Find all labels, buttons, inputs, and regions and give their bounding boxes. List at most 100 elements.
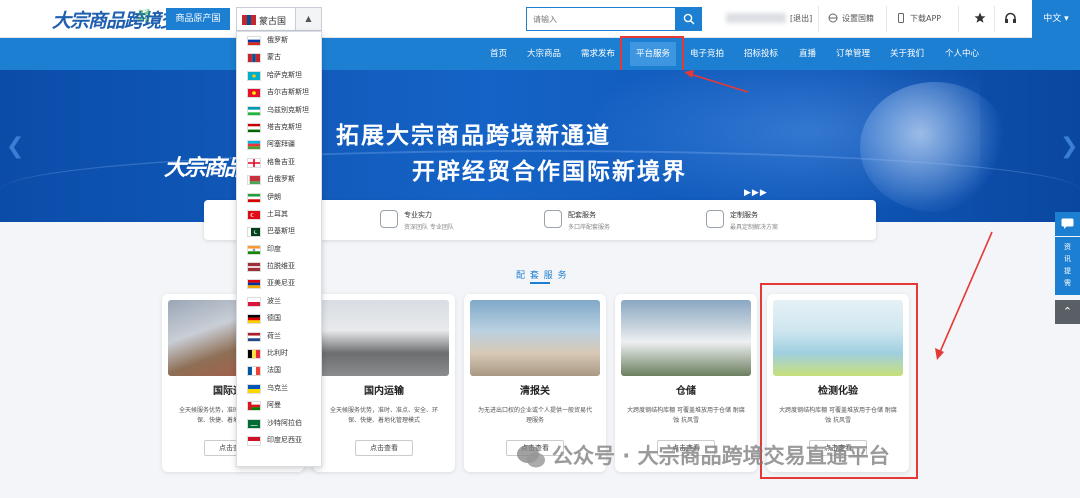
- country-name: 阿曼: [267, 401, 281, 410]
- country-name: 亚美尼亚: [267, 279, 295, 288]
- nav-e-auction[interactable]: 电子竞拍: [690, 38, 724, 70]
- country-name: 白俄罗斯: [267, 175, 295, 184]
- nav-user-center[interactable]: 个人中心: [945, 38, 979, 70]
- search-input[interactable]: [526, 7, 676, 31]
- headset-icon[interactable]: [1004, 12, 1017, 25]
- indonesia-flag-icon: [247, 435, 261, 446]
- back-to-top-button[interactable]: ⌃: [1055, 300, 1080, 324]
- dropdown-item-ukraine[interactable]: 乌克兰: [237, 380, 321, 397]
- feature-title: 配套服务: [568, 211, 596, 219]
- carousel-next-icon[interactable]: ❯: [1060, 134, 1078, 159]
- country-name: 波兰: [267, 296, 281, 305]
- download-app-link[interactable]: 下载APP: [910, 13, 941, 24]
- feature-title: 专业实力: [404, 211, 432, 219]
- dropdown-item-indonesia[interactable]: 印度尼西亚: [237, 432, 321, 449]
- banner-headline-2: 开辟经贸合作国际新境界: [412, 159, 687, 185]
- dropdown-item-india[interactable]: 印度: [237, 241, 321, 258]
- card-desc: 全天候服务优势，准时、准点、安全、环保、快捷、着地化管理模式: [329, 407, 438, 424]
- country-name: 荷兰: [267, 331, 281, 340]
- country-name: 沙特阿拉伯: [267, 418, 302, 427]
- origin-country-button[interactable]: 商品原产国: [166, 8, 230, 30]
- grid-icon: [706, 210, 724, 228]
- mongolia-flag-icon: [242, 15, 256, 25]
- country-name: 格鲁吉亚: [267, 157, 295, 166]
- star-icon[interactable]: [974, 12, 986, 24]
- oman-flag-icon: [247, 401, 261, 412]
- caret-up-icon[interactable]: ▲: [295, 8, 321, 30]
- card-title: 仓储: [676, 386, 696, 397]
- dropdown-item-turkey[interactable]: 土耳其: [237, 206, 321, 223]
- set-country-link[interactable]: 设置国籍: [842, 13, 874, 24]
- nav-about[interactable]: 关于我们: [890, 38, 924, 70]
- dropdown-item-pakistan[interactable]: 巴基斯坦: [237, 223, 321, 240]
- dropdown-item-mongolia[interactable]: 蒙古: [237, 49, 321, 66]
- country-name: 阿塞拜疆: [267, 140, 295, 149]
- dropdown-item-russia[interactable]: 俄罗斯: [237, 32, 321, 49]
- country-name: 乌兹别克斯坦: [267, 105, 309, 114]
- section-underline: [530, 282, 550, 284]
- dropdown-item-azerbaijan[interactable]: 阿塞拜疆: [237, 136, 321, 153]
- country-name: 伊朗: [267, 192, 281, 201]
- country-dropdown[interactable]: 俄罗斯 蒙古 哈萨克斯坦 吉尔吉斯斯坦 乌兹别克斯坦 塔吉克斯坦 阿塞拜疆 格鲁…: [236, 31, 322, 467]
- card-desc: 为无进出口权的企业或个人提供一般贸易代理服务: [477, 407, 592, 424]
- card-more-button[interactable]: 点击查看: [355, 440, 413, 456]
- iran-flag-icon: [247, 192, 261, 203]
- banner-headline-1: 拓展大宗商品跨境新通道: [336, 123, 611, 149]
- carousel-prev-icon[interactable]: ❮: [6, 134, 24, 159]
- dropdown-item-iran[interactable]: 伊朗: [237, 189, 321, 206]
- nav-orders[interactable]: 订单管理: [836, 38, 870, 70]
- feature-sub: 多口岸配套服务: [568, 224, 611, 231]
- nav-commodities[interactable]: 大宗商品: [527, 38, 561, 70]
- saudi-arabia-flag-icon: [247, 418, 261, 429]
- logout-link[interactable]: [退出]: [790, 13, 812, 24]
- site-logo-subtitle: 直通平台: [138, 10, 151, 24]
- search-icon: [683, 13, 695, 25]
- country-name: 德国: [267, 314, 281, 323]
- divider: [818, 6, 819, 32]
- dropdown-item-tajikistan[interactable]: 塔吉克斯坦: [237, 119, 321, 136]
- dropdown-item-germany[interactable]: 德国: [237, 310, 321, 327]
- nav-live[interactable]: 直播: [799, 38, 816, 70]
- dropdown-item-georgia[interactable]: 格鲁吉亚: [237, 154, 321, 171]
- belarus-flag-icon: [247, 175, 261, 186]
- dropdown-item-france[interactable]: 法国: [237, 362, 321, 379]
- card-image: [470, 300, 600, 376]
- dropdown-item-saudi-arabia[interactable]: 沙特阿拉伯: [237, 415, 321, 432]
- dropdown-item-belarus[interactable]: 白俄罗斯: [237, 171, 321, 188]
- dropdown-item-kyrgyzstan[interactable]: 吉尔吉斯斯坦: [237, 84, 321, 101]
- chat-icon: [1061, 218, 1074, 229]
- dropdown-item-belgium[interactable]: 比利时: [237, 345, 321, 362]
- language-switch[interactable]: 中文 ▾: [1032, 0, 1080, 38]
- annotation-box-nav: [620, 36, 684, 74]
- dropdown-item-armenia[interactable]: 亚美尼亚: [237, 275, 321, 292]
- card-image: [621, 300, 751, 376]
- dropdown-item-latvia[interactable]: 拉脱维亚: [237, 258, 321, 275]
- dropdown-item-oman[interactable]: 阿曼: [237, 397, 321, 414]
- country-name: 吉尔吉斯斯坦: [267, 88, 309, 97]
- service-card-domestic-transport[interactable]: 国内运输 全天候服务优势，准时、准点、安全、环保、快捷、着地化管理模式 点击查看: [313, 294, 455, 472]
- nav-bidding[interactable]: 招标投标: [744, 38, 778, 70]
- nav-demand-post[interactable]: 需求发布: [581, 38, 615, 70]
- dropdown-item-poland[interactable]: 波兰: [237, 293, 321, 310]
- dropdown-item-kazakhstan[interactable]: 哈萨克斯坦: [237, 67, 321, 84]
- country-name: 印度: [267, 244, 281, 253]
- search-button[interactable]: [676, 7, 702, 31]
- card-image: [319, 300, 449, 376]
- side-info-button[interactable]: 资讯提需: [1055, 237, 1080, 295]
- nav-home[interactable]: 首页: [490, 38, 507, 70]
- globe-icon: [828, 13, 838, 23]
- wechat-icon: [517, 445, 545, 468]
- country-select[interactable]: 蒙古国 ▲: [236, 7, 322, 31]
- dropdown-item-uzbekistan[interactable]: 乌兹别克斯坦: [237, 102, 321, 119]
- feature-sub: 最具定制解决方案: [730, 224, 779, 231]
- country-name: 法国: [267, 366, 281, 375]
- poland-flag-icon: [247, 296, 261, 307]
- side-chat-button[interactable]: [1055, 212, 1080, 236]
- banner-arrows: ▶▶▶: [744, 188, 768, 198]
- azerbaijan-flag-icon: [247, 140, 261, 151]
- latvia-flag-icon: [247, 262, 261, 273]
- country-name: 蒙古: [267, 53, 281, 62]
- main-nav: 首页 大宗商品 需求发布 平台服务 电子竞拍 招标投标 直播 订单管理 关于我们…: [0, 38, 1080, 70]
- netherlands-flag-icon: [247, 331, 261, 342]
- dropdown-item-netherlands[interactable]: 荷兰: [237, 328, 321, 345]
